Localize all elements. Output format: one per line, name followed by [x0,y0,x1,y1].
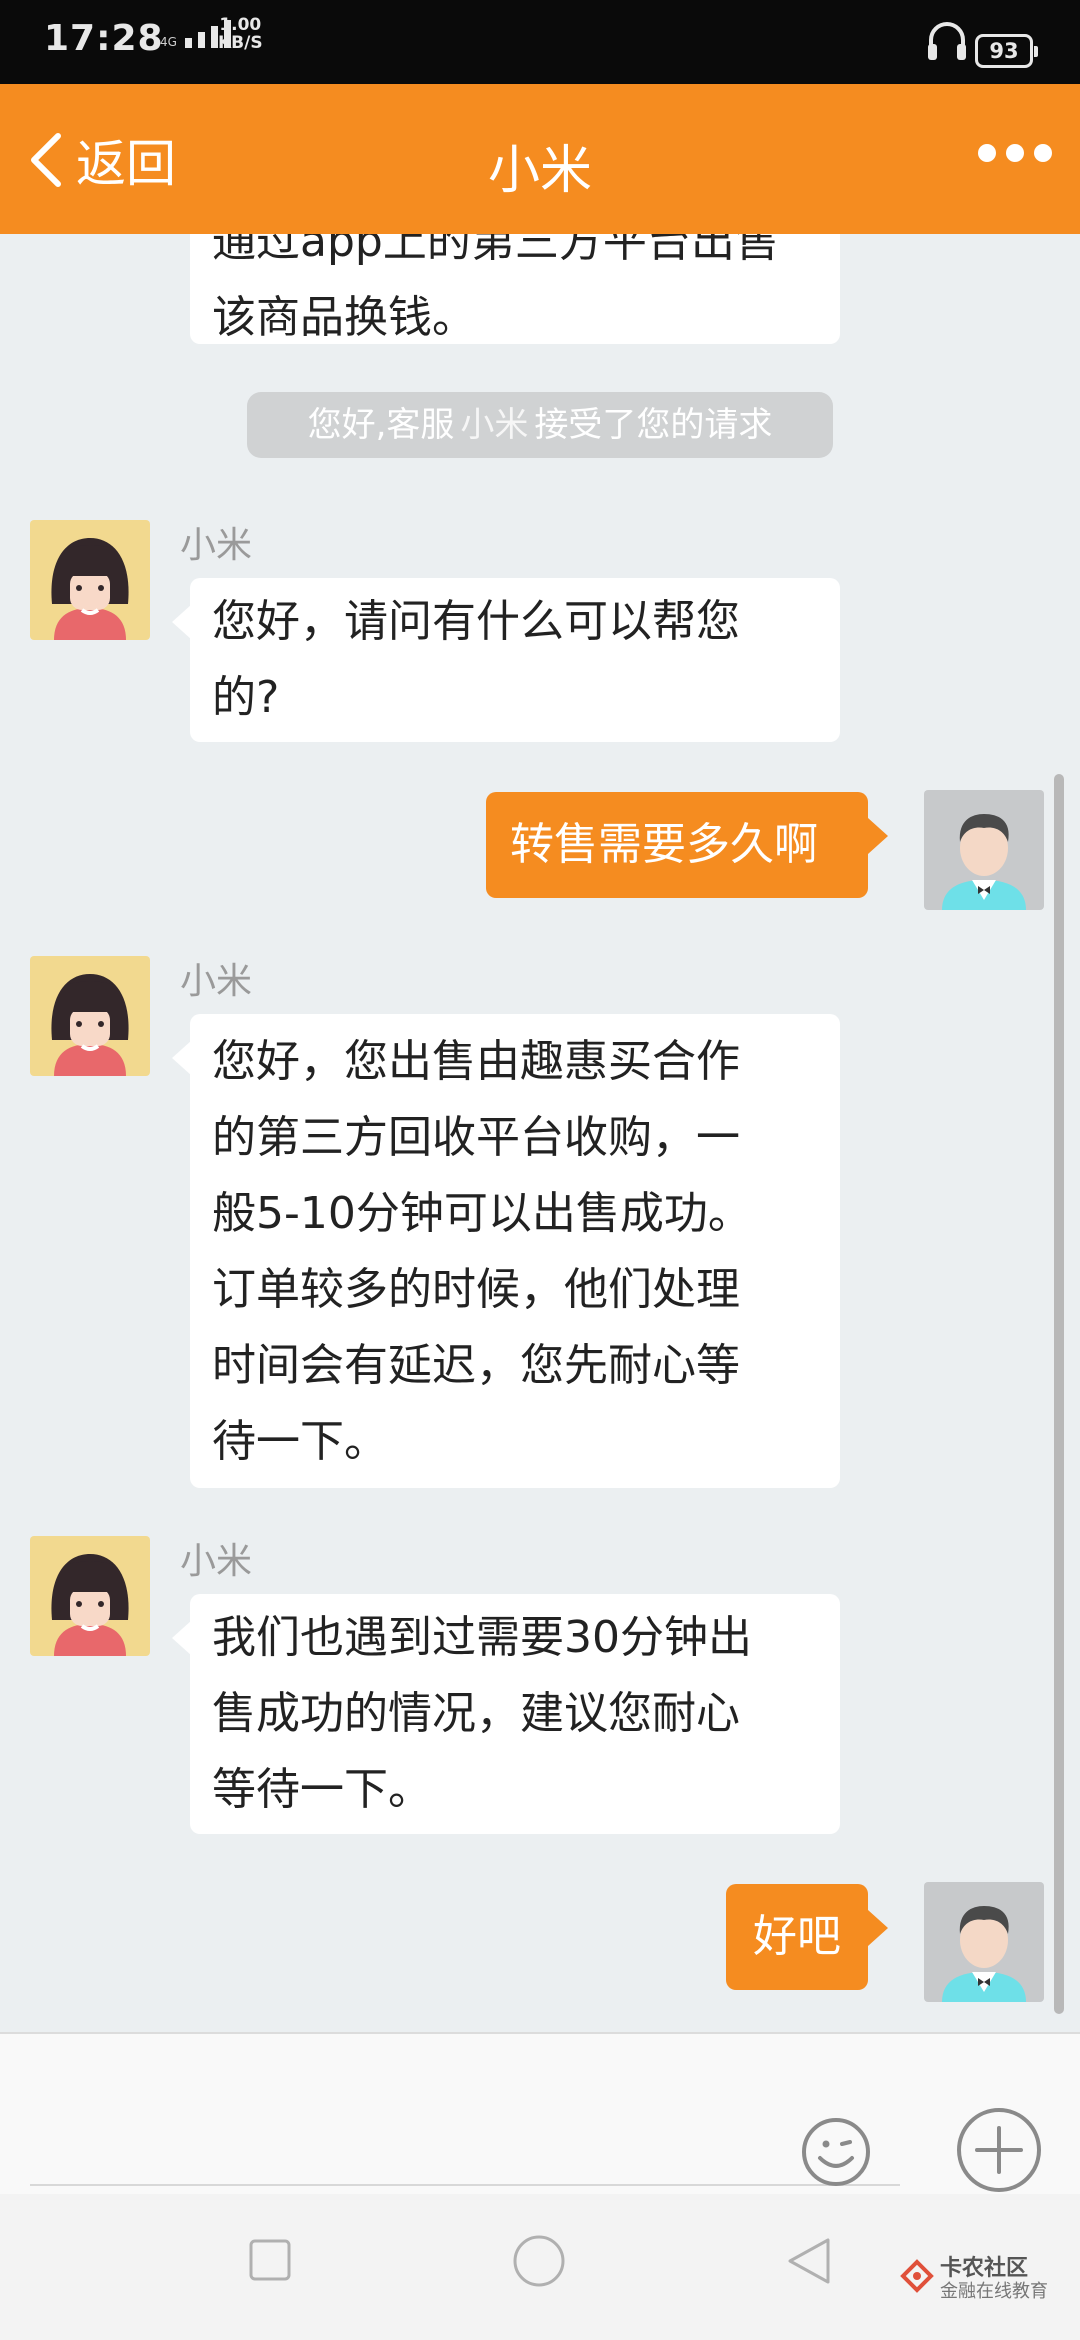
message-bubble-incoming[interactable]: 您好，您出售由趣惠买合作 的第三方回收平台收购，一 般5-10分钟可以出售成功。… [172,1014,840,1488]
agent-avatar[interactable] [30,1536,150,1656]
chat-header: 返回 小米 [0,84,1080,234]
agent-avatar[interactable] [30,956,150,1076]
message-input-bar [0,2032,1080,2194]
sender-name: 小米 [180,525,253,566]
status-bar: 17:28 4G 1.00 KB/S 93 [0,0,1080,84]
user-avatar[interactable] [924,790,1044,910]
message-list[interactable]: 通过app上的第三方平台出售 该商品换钱。 您好,客服 小米 接受了您的请求 小米 … [0,234,1080,2034]
watermark-subtitle: 金融在线教育 [940,2281,1048,2302]
headset-icon [925,18,969,66]
message-bubble-partial: 通过app上的第三方平台出售 该商品换钱。 [190,234,840,344]
agent-avatar[interactable] [30,520,150,640]
sender-name: 小米 [180,1541,253,1582]
watermark-logo-icon [900,2259,934,2293]
more-dots-icon[interactable] [978,144,1052,162]
input-underline [30,2184,900,2186]
message-input[interactable] [30,2054,770,2174]
network-type: 4G [160,35,177,49]
chat-title: 小米 [487,141,592,201]
message-line: 该商品换钱。 [212,292,476,343]
message-line: 通过app上的第三方平台出售 [212,234,779,267]
plus-circle-icon[interactable] [955,2106,1043,2194]
recent-apps-button[interactable] [248,2238,292,2286]
message-bubble-outgoing[interactable]: 好吧 [726,1884,888,1990]
watermark-title: 卡农社区 [940,2256,1029,2281]
back-nav-button[interactable] [786,2236,832,2290]
scrollbar[interactable] [1054,774,1064,2014]
watermark: 卡农社区 金融在线教育 [900,2250,1048,2302]
battery-indicator: 93 [975,34,1038,68]
message-bubble-outgoing[interactable]: 转售需要多久啊 [486,792,888,898]
emoji-icon[interactable] [800,2116,872,2188]
message-bubble-incoming[interactable]: 我们也遇到过需要30分钟出 售成功的情况，建议您耐心 等待一下。 [172,1594,840,1834]
status-time: 17:28 [44,18,164,59]
home-button[interactable] [512,2234,566,2292]
sender-name: 小米 [180,961,253,1002]
network-speed: 1.00 KB/S [218,15,263,53]
user-avatar[interactable] [924,1882,1044,2002]
system-notice: 您好,客服 小米 接受了您的请求 [247,392,833,458]
system-nav-bar: 卡农社区 金融在线教育 [0,2194,1080,2340]
message-bubble-incoming[interactable]: 您好，请问有什么可以帮您 的? [172,578,840,742]
